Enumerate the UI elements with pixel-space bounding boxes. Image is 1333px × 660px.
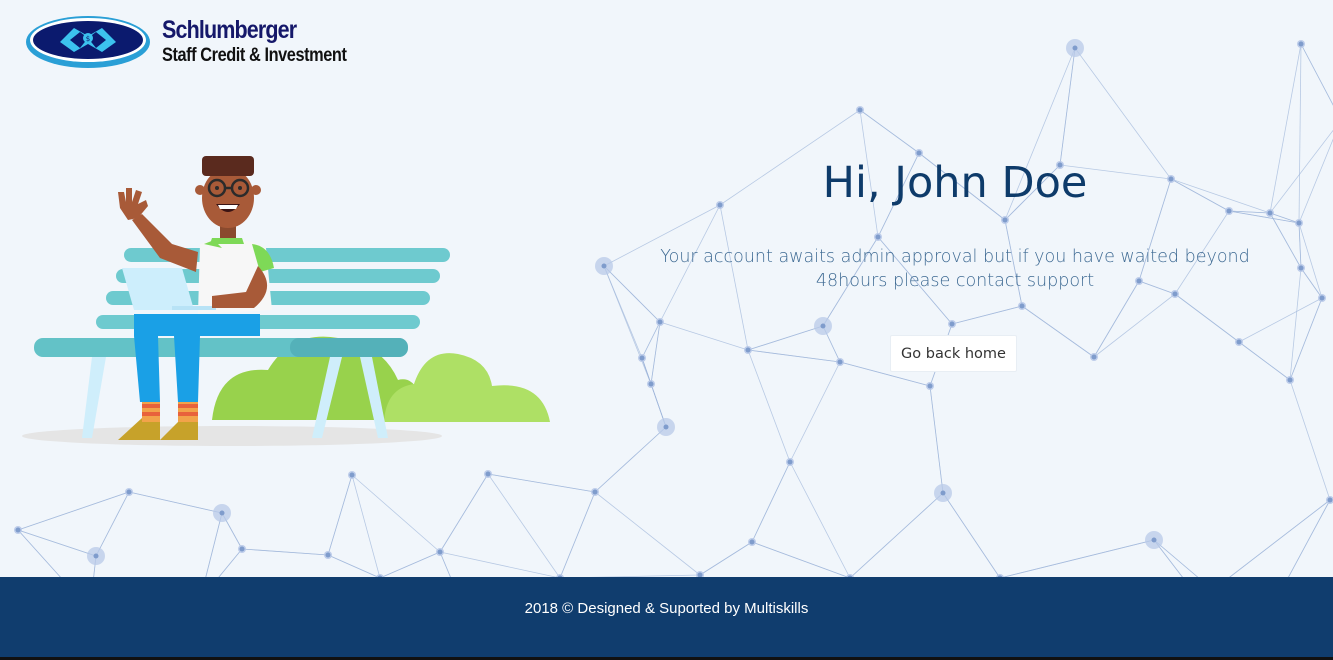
brand-subtitle: Staff Credit & Investment <box>162 45 347 66</box>
svg-text:$: $ <box>86 35 90 43</box>
footer: 2018 © Designed & Suported by Multiskill… <box>0 577 1333 657</box>
greeting-heading: Hi, John Doe <box>822 158 1088 208</box>
approval-message: Your account awaits admin approval but i… <box>660 247 1250 291</box>
go-back-home-button[interactable]: Go back home <box>890 335 1017 372</box>
footer-text: 2018 © Designed & Suported by Multiskill… <box>524 600 809 617</box>
handshake-logo-icon: $ <box>26 16 150 68</box>
brand-name: Schlumberger <box>162 16 297 44</box>
person-on-bench-illustration <box>22 156 550 446</box>
brand[interactable]: $ Schlumberger Staff Credit & Investment <box>24 14 354 70</box>
